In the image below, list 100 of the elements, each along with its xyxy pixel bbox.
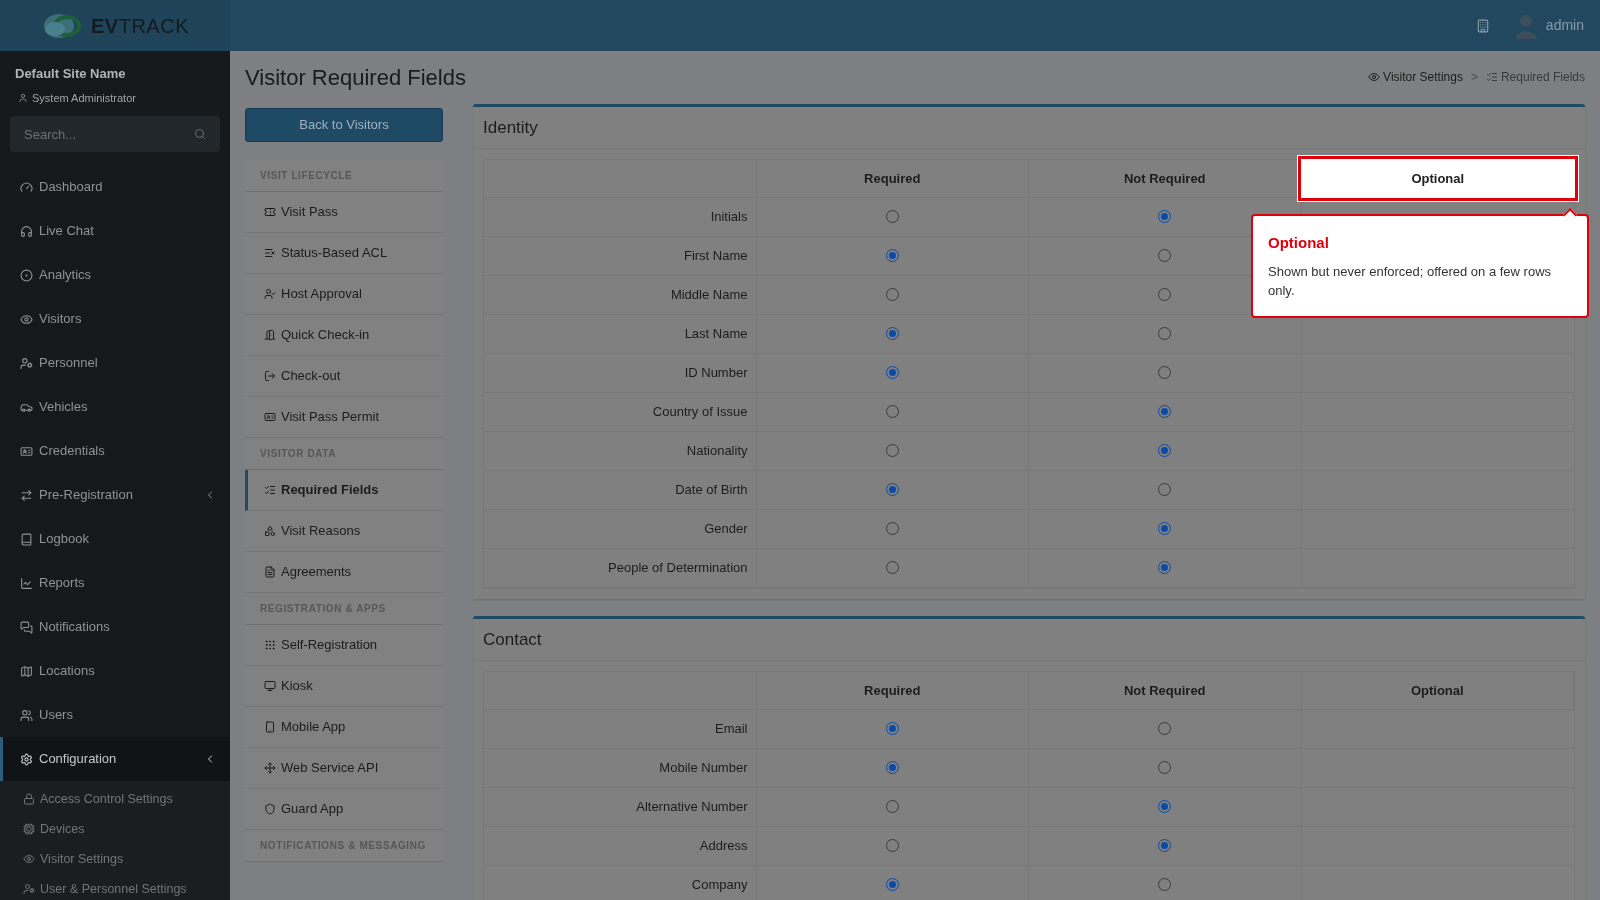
list-x-icon <box>264 246 276 259</box>
page-title: Visitor Required Fields <box>245 63 466 92</box>
monitor-icon <box>264 679 276 692</box>
column-header: Not Required <box>1029 671 1302 709</box>
field-label: Company <box>484 865 757 900</box>
user-role: System Administrator <box>32 90 136 106</box>
field-label: Middle Name <box>484 275 757 314</box>
column-header: Required <box>756 671 1029 709</box>
nav-item[interactable]: Notifications <box>0 605 230 649</box>
column-header: Required <box>756 159 1029 197</box>
menu-item[interactable]: Guard App <box>245 788 443 830</box>
user-icon <box>18 92 28 103</box>
menu-item[interactable]: Check-out <box>245 355 443 397</box>
field-label: Mobile Number <box>484 748 757 787</box>
menu-item[interactable]: Visit Pass <box>245 191 443 233</box>
field-label: Gender <box>484 509 757 548</box>
nav-item[interactable]: Live Chat <box>0 209 230 253</box>
arrows-icon <box>20 488 33 502</box>
menu-item[interactable]: Required Fields <box>245 469 443 511</box>
phone-icon <box>264 720 276 733</box>
grip-icon <box>264 638 276 651</box>
nav-item[interactable]: Users <box>0 693 230 737</box>
menu-item[interactable]: Agreements <box>245 551 443 593</box>
users-icon <box>20 708 33 722</box>
menu-item[interactable]: Web Service API <box>245 747 443 789</box>
field-label: Country of Issue <box>484 392 757 431</box>
door-icon <box>264 328 276 341</box>
menu-item[interactable]: Visit Reasons <box>245 510 443 552</box>
column-header: Optional <box>1301 671 1574 709</box>
logout-icon <box>264 369 276 382</box>
eye-icon <box>20 312 33 326</box>
eye-icon <box>1368 71 1381 84</box>
section-title: Contact <box>473 618 1585 661</box>
nav-item[interactable]: Personnel <box>0 341 230 385</box>
nav-item[interactable]: Locations <box>0 649 230 693</box>
nav-item[interactable]: Reports <box>0 561 230 605</box>
shield-icon <box>264 802 276 815</box>
id-card-icon <box>264 410 276 423</box>
menu-item[interactable]: Visit Pass Permit <box>245 396 443 438</box>
nav-item[interactable]: Credentials <box>0 429 230 473</box>
list-checks-icon <box>1485 71 1498 84</box>
headphones-icon <box>20 224 33 238</box>
chart-icon <box>20 576 33 590</box>
document-icon <box>264 565 276 578</box>
ticket-icon <box>264 205 276 218</box>
submenu-item[interactable]: Access Control Settings <box>0 784 230 814</box>
list-checks-icon <box>264 483 276 496</box>
chip-icon <box>23 823 35 835</box>
user-name[interactable]: admin <box>1545 15 1584 36</box>
field-label: Nationality <box>484 431 757 470</box>
target-icon <box>20 268 33 282</box>
breadcrumb-link[interactable]: Visitor Settings <box>1368 68 1463 87</box>
field-label: Email <box>484 709 757 748</box>
chat-icon <box>20 620 33 634</box>
gear-icon <box>20 752 33 766</box>
field-label: Last Name <box>484 314 757 353</box>
building-icon[interactable] <box>1475 18 1490 33</box>
nav-item[interactable]: Pre-Registration <box>0 473 230 517</box>
menu-item[interactable]: Status-Based ACL <box>245 232 443 274</box>
field-label: People of Determination <box>484 548 757 587</box>
submenu-item[interactable]: User & Personnel Settings <box>0 874 230 900</box>
eye-icon <box>23 853 35 865</box>
nav-item[interactable]: Dashboard <box>0 165 230 209</box>
search-icon[interactable] <box>194 128 206 140</box>
logo-text: EVTRACK <box>91 13 189 39</box>
nav-item[interactable]: Visitors <box>0 297 230 341</box>
field-label: Initials <box>484 197 757 236</box>
field-label: ID Number <box>484 353 757 392</box>
user-check-icon <box>264 287 276 300</box>
field-label: Date of Birth <box>484 470 757 509</box>
search-field[interactable]: Search... <box>10 116 220 152</box>
site-name: Default Site Name <box>15 65 127 83</box>
menu-item[interactable]: Mobile App <box>245 706 443 748</box>
menu-item[interactable]: Kiosk <box>245 665 443 707</box>
map-icon <box>20 664 33 678</box>
menu-item[interactable]: Quick Check-in <box>245 314 443 356</box>
submenu-item[interactable]: Devices <box>0 814 230 844</box>
nav-item[interactable]: Analytics <box>0 253 230 297</box>
tooltip-title: Optional <box>1268 232 1330 253</box>
nav-item[interactable]: Logbook <box>0 517 230 561</box>
breadcrumb-link[interactable]: Required Fields <box>1485 68 1585 87</box>
lock-icon <box>23 793 35 805</box>
id-card-icon <box>20 444 33 458</box>
field-label: First Name <box>484 236 757 275</box>
section-title: Identity <box>473 106 1585 149</box>
menu-item[interactable]: Host Approval <box>245 273 443 315</box>
nav-item[interactable]: Vehicles <box>0 385 230 429</box>
user-gear-icon <box>20 356 33 370</box>
back-button[interactable]: Back to Visitors <box>245 107 443 142</box>
field-label: Address <box>484 826 757 865</box>
field-label: Alternative Number <box>484 787 757 826</box>
breadcrumb-separator: > <box>1470 69 1478 87</box>
menu-item[interactable]: Self-Registration <box>245 624 443 666</box>
shapes-icon <box>264 524 276 537</box>
gauge-icon <box>20 180 33 194</box>
user-gear-icon <box>23 883 35 895</box>
submenu-item[interactable]: Visitor Settings <box>0 844 230 874</box>
book-icon <box>20 532 33 546</box>
move-icon <box>264 761 276 774</box>
nav-item[interactable]: Configuration <box>0 737 230 781</box>
